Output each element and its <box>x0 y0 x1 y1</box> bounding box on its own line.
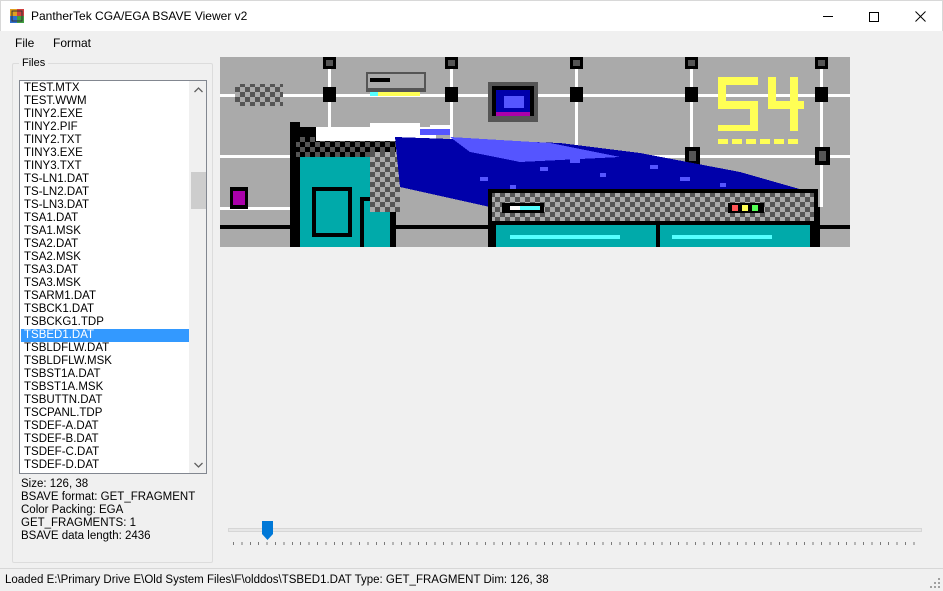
scroll-thumb[interactable] <box>191 172 206 209</box>
file-list-item[interactable]: TSBST1A.MSK <box>21 381 189 394</box>
menu-bar: File Format <box>0 31 943 53</box>
file-list-item[interactable]: TSA3.DAT <box>21 264 189 277</box>
file-list-item[interactable]: TEST.WWM <box>21 95 189 108</box>
file-list-item[interactable]: TSDEF-D.DAT <box>21 459 189 472</box>
chevron-down-icon <box>194 462 203 468</box>
status-text: Loaded E:\Primary Drive E\Old System Fil… <box>5 574 549 586</box>
file-list-item[interactable]: TS-LN2.DAT <box>21 186 189 199</box>
file-info: Size: 126, 38 BSAVE format: GET_FRAGMENT… <box>21 478 195 543</box>
minimize-icon <box>823 16 833 17</box>
slider-track <box>228 528 922 532</box>
file-list-item[interactable]: TSA2.MSK <box>21 251 189 264</box>
file-list-item[interactable]: TSDEF-C.DAT <box>21 446 189 459</box>
file-list-item[interactable]: TSA2.DAT <box>21 238 189 251</box>
maximize-icon <box>869 11 879 22</box>
file-list-item[interactable]: TS-LN1.DAT <box>21 173 189 186</box>
file-list-item[interactable]: TINY3.TXT <box>21 160 189 173</box>
file-list-item[interactable]: TSBUTTN.DAT <box>21 394 189 407</box>
scroll-up-arrow[interactable] <box>190 81 206 98</box>
list-scrollbar[interactable] <box>189 81 206 473</box>
maximize-button[interactable] <box>851 1 897 32</box>
file-list-item[interactable]: TSBED1.DAT <box>21 329 189 342</box>
file-list-item[interactable]: TSDEF-B.DAT <box>21 433 189 446</box>
title-bar: PantherTek CGA/EGA BSAVE Viewer v2 <box>0 0 943 31</box>
minimize-button[interactable] <box>805 1 851 32</box>
close-icon <box>914 11 926 22</box>
file-list-item[interactable]: TINY2.TXT <box>21 134 189 147</box>
info-size: Size: 126, 38 <box>21 478 89 490</box>
file-list-item[interactable]: TSBCK1.DAT <box>21 303 189 316</box>
slider-thumb[interactable] <box>262 521 273 540</box>
file-list-item[interactable]: TSA1.MSK <box>21 225 189 238</box>
info-color-packing: Color Packing: EGA <box>21 504 124 516</box>
file-list-item[interactable]: TINY2.PIF <box>21 121 189 134</box>
file-list-item[interactable]: TSA3.MSK <box>21 277 189 290</box>
files-group-label: Files <box>19 57 49 69</box>
fragment-slider[interactable] <box>228 520 923 550</box>
close-button[interactable] <box>897 1 943 32</box>
file-listbox[interactable]: TEST.MTX TEST.WWM TINY2.EXE TINY2.PIF TINY2.… <box>19 80 207 474</box>
bsave-image <box>220 57 850 247</box>
file-list-item[interactable]: TSBST1A.DAT <box>21 368 189 381</box>
menu-format[interactable]: Format <box>53 36 91 50</box>
slider-ticks <box>233 542 920 545</box>
window-title: PantherTek CGA/EGA BSAVE Viewer v2 <box>31 9 248 23</box>
file-list-item[interactable]: TINY2.EXE <box>21 108 189 121</box>
file-list-item[interactable]: TSCPANL.TDP <box>21 407 189 420</box>
file-list-item[interactable]: TS-LN3.DAT <box>21 199 189 212</box>
file-list-item[interactable]: TSBCKG1.TDP <box>21 316 189 329</box>
file-list-item[interactable]: TSARM1.DAT <box>21 290 189 303</box>
file-list-item[interactable]: TSA1.DAT <box>21 212 189 225</box>
image-preview <box>220 57 850 247</box>
info-data-length: BSAVE data length: 2436 <box>21 530 151 542</box>
file-list-item[interactable]: TSBLDFLW.DAT <box>21 342 189 355</box>
file-list-item[interactable]: TSDEF-A.DAT <box>21 420 189 433</box>
resize-grip-icon[interactable] <box>930 578 941 589</box>
chevron-up-icon <box>194 86 203 92</box>
info-format: BSAVE format: GET_FRAGMENT <box>21 491 196 503</box>
menu-file[interactable]: File <box>15 36 34 50</box>
file-list-item[interactable]: TEST.MTX <box>21 82 189 95</box>
file-list: TEST.MTX TEST.WWM TINY2.EXE TINY2.PIF TINY2.… <box>21 82 189 472</box>
status-bar: Loaded E:\Primary Drive E\Old System Fil… <box>0 568 943 591</box>
scroll-down-arrow[interactable] <box>190 456 206 473</box>
file-list-item[interactable]: TINY3.EXE <box>21 147 189 160</box>
file-list-item[interactable]: TSBLDFLW.MSK <box>21 355 189 368</box>
app-icon <box>10 9 24 23</box>
info-fragments: GET_FRAGMENTS: 1 <box>21 517 137 529</box>
